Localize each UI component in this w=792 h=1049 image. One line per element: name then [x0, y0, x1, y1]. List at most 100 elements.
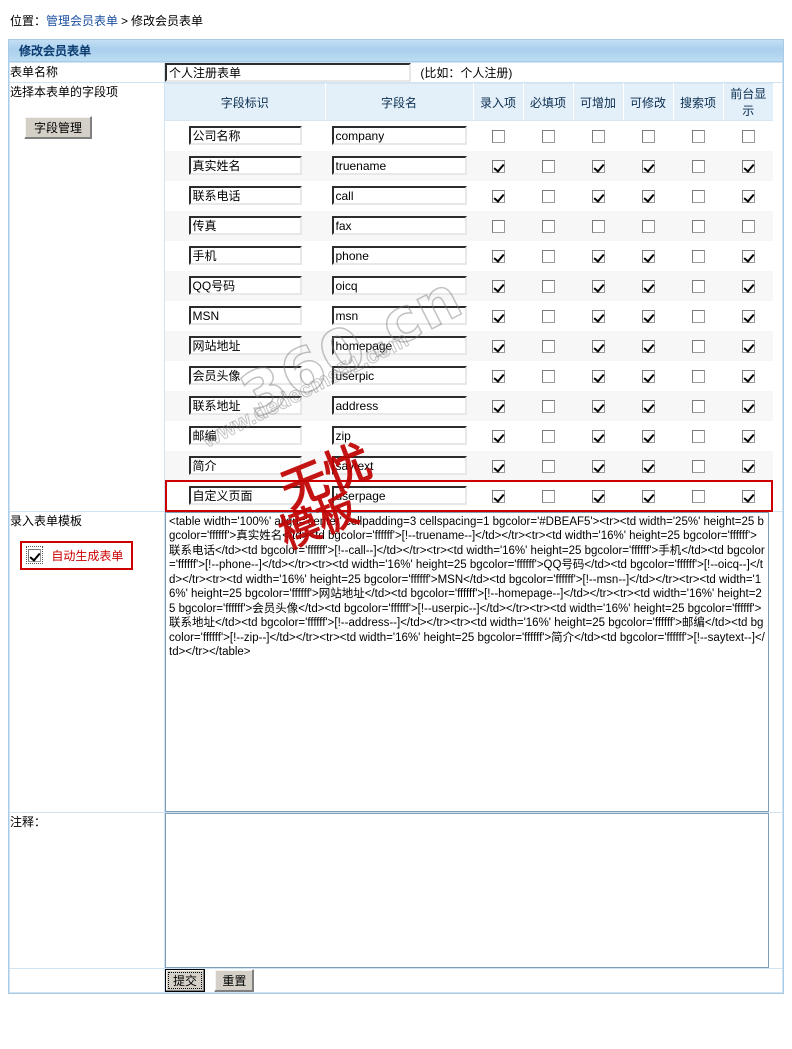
checkbox-call-前台显示[interactable] — [741, 189, 755, 203]
checkbox-userpic-前台显示[interactable] — [741, 369, 755, 383]
checkbox-zip-可增加[interactable] — [591, 429, 605, 443]
field-name-input-fax[interactable] — [331, 216, 467, 235]
checkbox-homepage-可增加[interactable] — [591, 339, 605, 353]
checkbox-zip-可修改[interactable] — [641, 429, 655, 443]
field-name-input-oicq[interactable] — [331, 276, 467, 295]
checkbox-homepage-录入项[interactable] — [491, 339, 505, 353]
checkbox-call-必填项[interactable] — [541, 189, 555, 203]
field-name-input-call[interactable] — [331, 186, 467, 205]
checkbox-oicq-前台显示[interactable] — [741, 279, 755, 293]
checkbox-oicq-搜索项[interactable] — [691, 279, 705, 293]
checkbox-address-搜索项[interactable] — [691, 399, 705, 413]
auto-generate-checkbox-wrapper[interactable] — [26, 545, 43, 565]
checkbox-homepage-搜索项[interactable] — [691, 339, 705, 353]
checkbox-zip-搜索项[interactable] — [691, 429, 705, 443]
field-ident-input-userpic[interactable] — [188, 366, 302, 385]
field-manage-button[interactable]: 字段管理 — [24, 116, 93, 139]
checkbox-zip-录入项[interactable] — [491, 429, 505, 443]
checkbox-address-必填项[interactable] — [541, 399, 555, 413]
note-textarea[interactable] — [165, 812, 769, 968]
field-ident-input-saytext[interactable] — [188, 456, 302, 475]
field-name-input-msn[interactable] — [331, 306, 467, 325]
field-name-input-phone[interactable] — [331, 246, 467, 265]
field-ident-input-address[interactable] — [188, 396, 302, 415]
checkbox-msn-前台显示[interactable] — [741, 309, 755, 323]
breadcrumb-link-manage-member-form[interactable]: 管理会员表单 — [46, 14, 118, 28]
field-ident-input-fax[interactable] — [188, 216, 302, 235]
reset-button[interactable]: 重置 — [214, 968, 255, 992]
checkbox-userpage-录入项[interactable] — [491, 489, 505, 503]
checkbox-call-录入项[interactable] — [491, 189, 505, 203]
checkbox-company-录入项[interactable] — [491, 129, 505, 143]
checkbox-phone-可修改[interactable] — [641, 249, 655, 263]
checkbox-userpic-录入项[interactable] — [491, 369, 505, 383]
checkbox-truename-录入项[interactable] — [491, 159, 505, 173]
auto-generate-group[interactable]: 自动生成表单 — [20, 540, 134, 570]
checkbox-saytext-必填项[interactable] — [541, 459, 555, 473]
checkbox-homepage-必填项[interactable] — [541, 339, 555, 353]
field-name-input-truename[interactable] — [331, 156, 467, 175]
checkbox-saytext-可增加[interactable] — [591, 459, 605, 473]
checkbox-truename-前台显示[interactable] — [741, 159, 755, 173]
checkbox-oicq-必填项[interactable] — [541, 279, 555, 293]
field-ident-input-userpage[interactable] — [188, 486, 302, 505]
checkbox-fax-可修改[interactable] — [641, 219, 655, 233]
checkbox-saytext-搜索项[interactable] — [691, 459, 705, 473]
checkbox-company-可修改[interactable] — [641, 129, 655, 143]
submit-button[interactable]: 提交 — [165, 968, 206, 992]
checkbox-call-可增加[interactable] — [591, 189, 605, 203]
checkbox-fax-前台显示[interactable] — [741, 219, 755, 233]
checkbox-fax-搜索项[interactable] — [691, 219, 705, 233]
checkbox-userpage-搜索项[interactable] — [691, 489, 705, 503]
field-name-input-company[interactable] — [331, 126, 467, 146]
checkbox-company-搜索项[interactable] — [691, 129, 705, 143]
field-ident-input-call[interactable] — [188, 186, 302, 205]
field-ident-input-homepage[interactable] — [188, 336, 302, 355]
checkbox-fax-录入项[interactable] — [491, 219, 505, 233]
field-name-input-homepage[interactable] — [331, 336, 467, 355]
field-name-input-userpic[interactable] — [331, 366, 467, 385]
checkbox-truename-可增加[interactable] — [591, 159, 605, 173]
checkbox-phone-前台显示[interactable] — [741, 249, 755, 263]
checkbox-company-必填项[interactable] — [541, 129, 555, 143]
field-name-input-zip[interactable] — [331, 426, 467, 445]
checkbox-fax-可增加[interactable] — [591, 219, 605, 233]
checkbox-phone-可增加[interactable] — [591, 249, 605, 263]
checkbox-userpic-必填项[interactable] — [541, 369, 555, 383]
checkbox-msn-搜索项[interactable] — [691, 309, 705, 323]
field-ident-input-zip[interactable] — [188, 426, 302, 445]
checkbox-company-前台显示[interactable] — [741, 129, 755, 143]
checkbox-phone-录入项[interactable] — [491, 249, 505, 263]
checkbox-call-可修改[interactable] — [641, 189, 655, 203]
checkbox-msn-必填项[interactable] — [541, 309, 555, 323]
checkbox-userpage-必填项[interactable] — [541, 489, 555, 503]
checkbox-userpage-前台显示[interactable] — [741, 489, 755, 503]
checkbox-zip-必填项[interactable] — [541, 429, 555, 443]
checkbox-company-可增加[interactable] — [591, 129, 605, 143]
checkbox-address-可修改[interactable] — [641, 399, 655, 413]
checkbox-saytext-录入项[interactable] — [491, 459, 505, 473]
field-ident-input-oicq[interactable] — [188, 276, 302, 295]
field-ident-input-phone[interactable] — [188, 246, 302, 265]
checkbox-msn-录入项[interactable] — [491, 309, 505, 323]
checkbox-address-录入项[interactable] — [491, 399, 505, 413]
checkbox-truename-可修改[interactable] — [641, 159, 655, 173]
field-ident-input-company[interactable] — [188, 126, 302, 146]
checkbox-zip-前台显示[interactable] — [741, 429, 755, 443]
checkbox-msn-可修改[interactable] — [641, 309, 655, 323]
checkbox-userpage-可修改[interactable] — [641, 489, 655, 503]
checkbox-phone-搜索项[interactable] — [691, 249, 705, 263]
form-template-textarea[interactable] — [165, 511, 769, 812]
checkbox-truename-必填项[interactable] — [541, 159, 555, 173]
checkbox-msn-可增加[interactable] — [591, 309, 605, 323]
field-name-input-userpage[interactable] — [331, 486, 467, 505]
checkbox-userpic-搜索项[interactable] — [691, 369, 705, 383]
checkbox-truename-搜索项[interactable] — [691, 159, 705, 173]
checkbox-address-前台显示[interactable] — [741, 399, 755, 413]
field-ident-input-truename[interactable] — [188, 156, 302, 175]
checkbox-saytext-可修改[interactable] — [641, 459, 655, 473]
checkbox-oicq-可增加[interactable] — [591, 279, 605, 293]
field-ident-input-msn[interactable] — [188, 306, 302, 325]
checkbox-userpic-可修改[interactable] — [641, 369, 655, 383]
checkbox-phone-必填项[interactable] — [541, 249, 555, 263]
